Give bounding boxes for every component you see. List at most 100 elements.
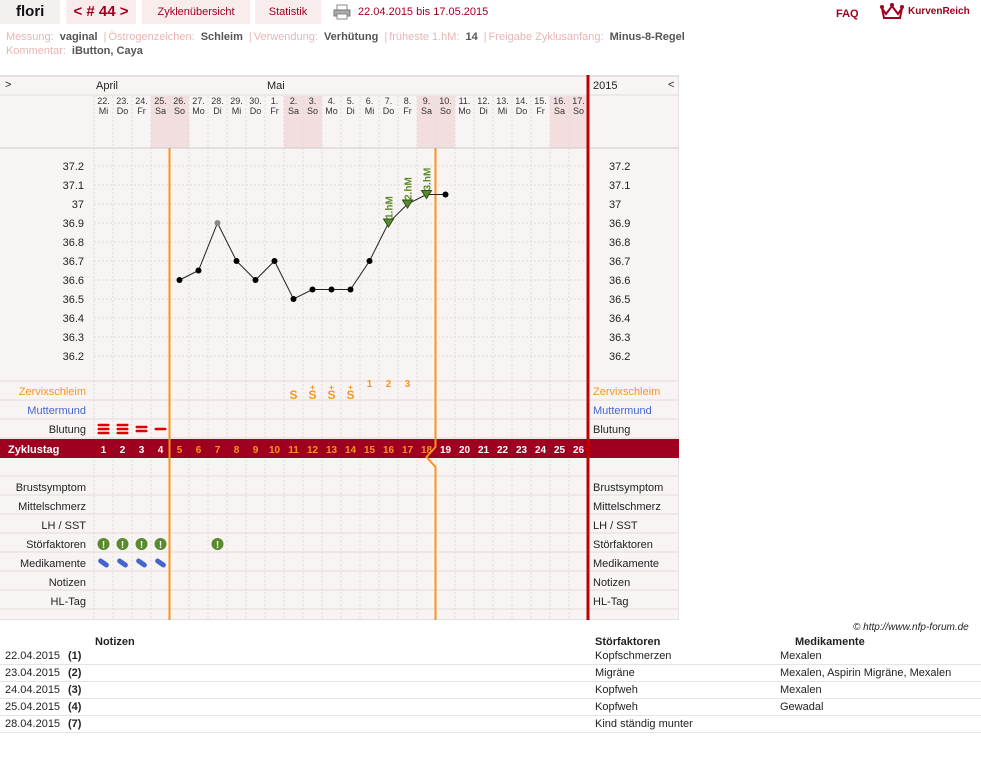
- cycle-navigator: < # 44 >: [66, 0, 136, 24]
- disturbance-icon-mark: !: [216, 540, 219, 551]
- temperature-point: [442, 191, 449, 198]
- temperature-chart: 37.2 37.237.1 37.137 3736.9 36.936.8 36.836.7…: [0, 75, 679, 620]
- temp-tick-right: 36.2: [609, 351, 630, 363]
- notes-row: 23.04.2015 (2) Migräne Mexalen, Aspirin Mig…: [0, 665, 981, 682]
- notes-header-medikamente: Medikamente: [795, 636, 865, 648]
- day-weekday: So: [307, 106, 318, 116]
- day-weekday: Do: [383, 106, 395, 116]
- info-label: Östrogenzeichen:: [108, 31, 195, 43]
- day-number: 24.: [135, 96, 148, 106]
- chart-nav-right: <: [668, 79, 674, 91]
- info-separator: |: [384, 31, 388, 43]
- muttermund-label-left: Muttermund: [27, 405, 86, 417]
- note-disturbance: Kind ständig munter: [595, 718, 693, 730]
- temp-tick-right: 37.1: [609, 180, 630, 192]
- brand-logo[interactable]: KurvenReich: [880, 2, 970, 22]
- chart-nav-left: >: [5, 79, 11, 91]
- temperature-point: [328, 286, 335, 293]
- faq-link[interactable]: FAQ: [836, 4, 859, 24]
- info-label: früheste 1.hM:: [389, 31, 460, 43]
- cycle-day-number: 6: [196, 445, 202, 456]
- cycle-day-number: 22: [497, 445, 509, 456]
- day-number: 2.: [290, 96, 298, 106]
- day-weekday: Mo: [458, 106, 471, 116]
- info-value: vaginal: [59, 31, 98, 43]
- cycle-day-number: 25: [554, 445, 566, 456]
- info-label: Verwendung:: [253, 31, 318, 43]
- day-weekday: Sa: [554, 106, 565, 116]
- notes-row: 25.04.2015 (4) Kopfweh Gewadal: [0, 699, 981, 716]
- note-medication: Mexalen: [780, 650, 822, 662]
- cycle-day-number: 12: [307, 445, 319, 456]
- mittelschmerz-label-left: Mittelschmerz: [18, 501, 86, 513]
- high-measurement-label: 1.hM: [385, 196, 396, 219]
- note-disturbance: Migräne: [595, 667, 635, 679]
- day-number: 6.: [366, 96, 374, 106]
- temp-tick-right: 36.4: [609, 313, 630, 325]
- info-separator: |: [103, 31, 107, 43]
- cycle-day-number: 15: [364, 445, 376, 456]
- cycle-day-number: 10: [269, 445, 281, 456]
- day-number: 28.: [211, 96, 224, 106]
- medikamente-label-right: Medikamente: [593, 558, 659, 570]
- day-number: 14.: [515, 96, 528, 106]
- bleeding-mark: [135, 429, 148, 433]
- day-number: 17.: [572, 96, 585, 106]
- day-number: 30.: [249, 96, 262, 106]
- notizen-label-right: Notizen: [593, 577, 630, 589]
- blutung-label-right: Blutung: [593, 424, 630, 436]
- cycle-day-number: 2: [120, 445, 126, 456]
- bleeding-mark: [154, 427, 167, 431]
- temperature-point: [214, 220, 221, 226]
- mucus-plus: +: [329, 383, 334, 392]
- notes-row: 28.04.2015 (7) Kind ständig munter: [0, 716, 981, 733]
- cycle-day-number: 14: [345, 445, 357, 456]
- temp-tick-left: 36.2: [63, 351, 84, 363]
- cycle-day-number: 17: [402, 445, 414, 456]
- lh-label-right: LH / SST: [593, 520, 638, 532]
- temp-tick-left: 36.5: [63, 294, 84, 306]
- cycle-day-number: 24: [535, 445, 547, 456]
- info-separator: |: [483, 31, 487, 43]
- bleeding-mark: [97, 431, 110, 435]
- info-separator: |: [248, 31, 252, 43]
- day-weekday: Di: [346, 106, 355, 116]
- day-weekday: Do: [516, 106, 528, 116]
- tab-cycle-overview[interactable]: Zyklenübersicht: [142, 0, 250, 24]
- mucus-plus: +: [348, 383, 353, 392]
- brust-label-right: Brustsymptom: [593, 482, 663, 494]
- cycle-chart: 37.2 37.2 37.1 37.1 37 37 36.9 36.9 36.8 36.8 36.7…: [0, 75, 679, 620]
- note-number: (3): [68, 684, 82, 696]
- day-number: 16.: [553, 96, 566, 106]
- note-date: 23.04.2015: [5, 667, 61, 679]
- top-bar: flori < # 44 > Zyklenübersicht Statistik…: [0, 0, 981, 26]
- day-number: 5.: [347, 96, 355, 106]
- print-icon[interactable]: [333, 4, 351, 20]
- prev-cycle-button[interactable]: <: [73, 3, 82, 20]
- day-number: 29.: [230, 96, 243, 106]
- temp-tick-left: 37: [72, 199, 84, 211]
- note-disturbance: Kopfschmerzen: [595, 650, 672, 662]
- note-medication: Gewadal: [780, 701, 824, 713]
- note-disturbance: Kopfweh: [595, 684, 638, 696]
- muttermund-label-right: Muttermund: [593, 405, 652, 417]
- note-number: (4): [68, 701, 82, 713]
- day-weekday: So: [573, 106, 584, 116]
- day-weekday: Mo: [325, 106, 338, 116]
- temperature-point: [366, 258, 373, 264]
- info-value: Verhütung: [323, 31, 379, 43]
- day-number: 27.: [192, 96, 205, 106]
- note-disturbance: Kopfweh: [595, 701, 638, 713]
- cycle-day-number: 16: [383, 445, 395, 456]
- day-weekday: Mi: [365, 106, 375, 116]
- hltag-label-left: HL-Tag: [51, 596, 86, 608]
- cycle-day-number: 18: [421, 445, 433, 456]
- next-cycle-button[interactable]: >: [120, 3, 129, 20]
- note-date: 22.04.2015: [5, 650, 61, 662]
- day-number: 26.: [173, 96, 186, 106]
- temp-tick-right: 36.9: [609, 218, 630, 230]
- tab-statistics[interactable]: Statistik: [255, 0, 321, 24]
- note-number: (1): [68, 650, 82, 662]
- brand-crown-icon: [880, 3, 904, 19]
- day-number: 10.: [439, 96, 452, 106]
